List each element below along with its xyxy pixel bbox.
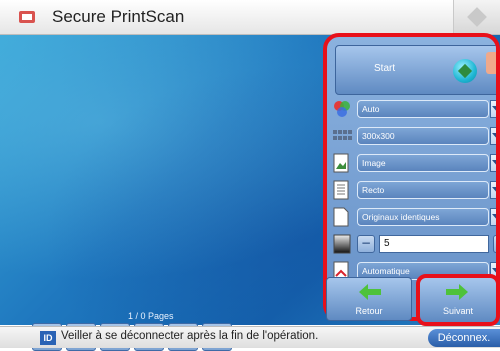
suivant-label: Suivant xyxy=(442,306,474,316)
arrow-left-icon xyxy=(359,284,381,300)
retour-label: Retour xyxy=(355,306,383,316)
resolution-select[interactable]: 300x300 xyxy=(357,127,489,145)
originals-dropdown-arrow[interactable] xyxy=(490,208,496,226)
single-side-icon xyxy=(333,180,349,200)
app-title: Secure PrintScan xyxy=(52,7,185,26)
resolution-dropdown-arrow[interactable] xyxy=(490,127,496,145)
page-counter: 1 / 0 Pages xyxy=(128,311,174,321)
sides-row: Recto xyxy=(327,178,496,202)
decrease-button[interactable]: − xyxy=(357,235,375,253)
printer-app-icon xyxy=(18,9,36,25)
retour-button[interactable]: Retour xyxy=(326,277,412,321)
original-type-select[interactable]: Image xyxy=(357,154,489,172)
diamond-icon xyxy=(467,7,487,27)
color-mode-select[interactable]: Auto xyxy=(357,100,489,118)
scanner-icon xyxy=(486,52,496,74)
id-badge-icon: ID xyxy=(40,331,56,345)
color-mode-icon xyxy=(334,101,350,117)
originals-select[interactable]: Originaux identiques xyxy=(357,208,489,226)
copies-row: − 5 + xyxy=(327,232,496,256)
sides-select[interactable]: Recto xyxy=(357,181,489,199)
color-mode-dropdown-arrow[interactable] xyxy=(490,100,496,118)
density-icon xyxy=(333,234,351,254)
original-type-row: Image xyxy=(327,151,496,175)
suivant-button[interactable]: Suivant xyxy=(416,274,500,326)
originals-icon xyxy=(333,207,349,227)
increase-button[interactable]: + xyxy=(493,235,496,253)
resolution-row: 300x300 xyxy=(327,124,496,148)
status-bar: ID Veiller à se déconnecter après la fin… xyxy=(0,326,500,348)
original-type-dropdown-arrow[interactable] xyxy=(490,154,496,172)
corner-menu-button[interactable] xyxy=(453,0,500,34)
originals-row: Originaux identiques xyxy=(327,205,496,229)
title-bar: Secure PrintScan xyxy=(0,0,500,35)
resolution-icon xyxy=(333,130,352,140)
status-message: Veiller à se déconnecter après la fin de… xyxy=(61,330,319,342)
arrow-right-icon xyxy=(446,284,468,300)
copies-input[interactable]: 5 xyxy=(379,235,489,253)
color-mode-row: Auto xyxy=(327,97,496,121)
start-label: Start xyxy=(374,63,396,74)
sides-dropdown-arrow[interactable] xyxy=(490,181,496,199)
image-type-icon xyxy=(333,153,349,173)
start-button[interactable]: Start xyxy=(335,45,496,95)
start-icon xyxy=(453,59,477,83)
logout-button[interactable]: Déconnex. xyxy=(428,329,500,347)
